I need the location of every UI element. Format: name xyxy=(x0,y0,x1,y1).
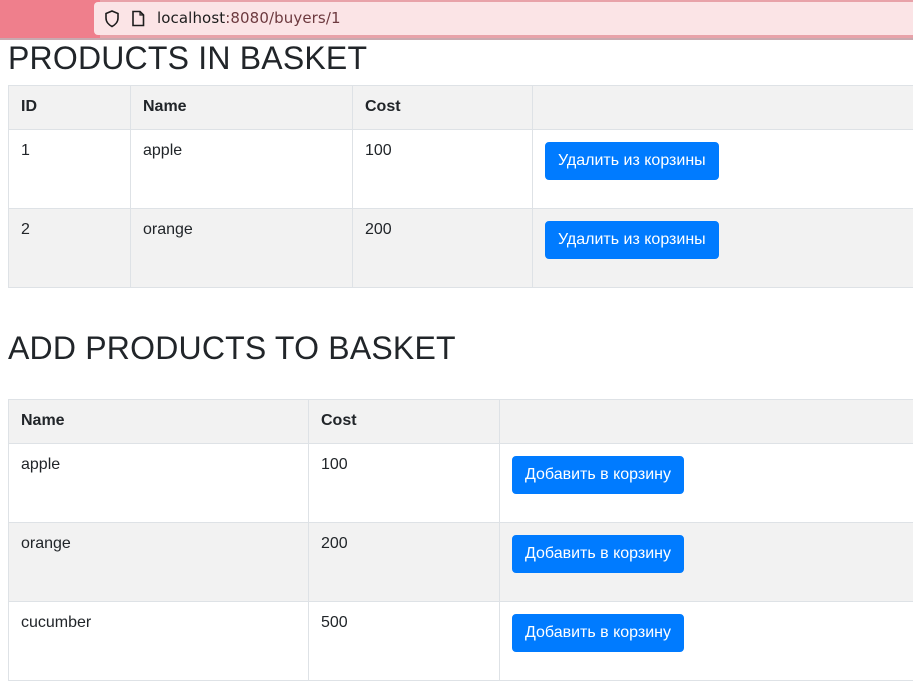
cell-cost: 100 xyxy=(308,443,500,523)
shield-icon[interactable] xyxy=(104,10,120,28)
column-header-name: Name xyxy=(130,85,353,130)
add-header-row: Name Cost xyxy=(8,399,913,444)
table-row: cucumber 500 Добавить в корзину xyxy=(8,601,913,681)
cell-cost: 200 xyxy=(352,208,533,288)
table-row: 1 apple 100 Удалить из корзины xyxy=(8,129,913,209)
column-header-cost: Cost xyxy=(352,85,533,130)
toolbar-tint xyxy=(0,0,100,38)
cell-action: Удалить из корзины xyxy=(532,129,913,209)
add-to-basket-button[interactable]: Добавить в корзину xyxy=(512,456,685,494)
cell-name: orange xyxy=(130,208,353,288)
column-header-cost: Cost xyxy=(308,399,500,444)
table-row: 2 orange 200 Удалить из корзины xyxy=(8,208,913,288)
cell-name: apple xyxy=(8,443,309,523)
cell-action: Добавить в корзину xyxy=(499,601,913,681)
basket-table: ID Name Cost 1 apple 100 Удалить из корз… xyxy=(8,85,913,288)
cell-name: cucumber xyxy=(8,601,309,681)
add-to-basket-button[interactable]: Добавить в корзину xyxy=(512,535,685,573)
remove-from-basket-button[interactable]: Удалить из корзины xyxy=(545,221,719,259)
table-row: orange 200 Добавить в корзину xyxy=(8,522,913,602)
url-host: localhost xyxy=(157,9,226,27)
cell-id: 1 xyxy=(8,129,131,209)
cell-name: apple xyxy=(130,129,353,209)
cell-action: Добавить в корзину xyxy=(499,522,913,602)
add-products-table: Name Cost apple 100 Добавить в корзину o… xyxy=(8,399,913,681)
cell-cost: 500 xyxy=(308,601,500,681)
cell-cost: 100 xyxy=(352,129,533,209)
basket-heading: PRODUCTS IN BASKET xyxy=(8,40,368,76)
cell-action: Добавить в корзину xyxy=(499,443,913,523)
column-header-action xyxy=(499,399,913,444)
url-path: :8080/buyers/1 xyxy=(225,9,341,27)
url-text[interactable]: localhost:8080/buyers/1 xyxy=(157,9,341,27)
cell-cost: 200 xyxy=(308,522,500,602)
column-header-id: ID xyxy=(8,85,131,130)
cell-id: 2 xyxy=(8,208,131,288)
table-row: apple 100 Добавить в корзину xyxy=(8,443,913,523)
column-header-action xyxy=(532,85,913,130)
cell-action: Удалить из корзины xyxy=(532,208,913,288)
remove-from-basket-button[interactable]: Удалить из корзины xyxy=(545,142,719,180)
add-to-basket-button[interactable]: Добавить в корзину xyxy=(512,614,685,652)
basket-header-row: ID Name Cost xyxy=(8,85,913,130)
cell-name: orange xyxy=(8,522,309,602)
add-heading: ADD PRODUCTS TO BASKET xyxy=(8,330,456,366)
page-icon xyxy=(132,10,145,27)
column-header-name: Name xyxy=(8,399,309,444)
